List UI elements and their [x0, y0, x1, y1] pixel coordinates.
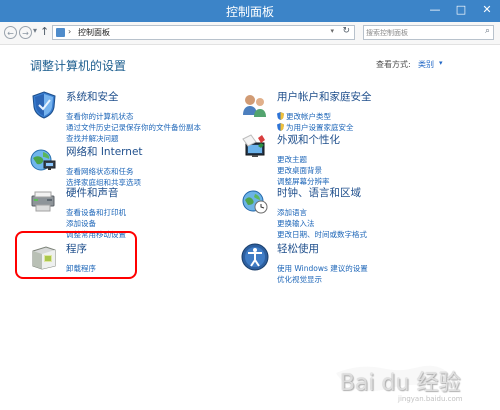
list-item: 查看网络状态和任务	[66, 159, 246, 176]
page-heading: 调整计算机的设置	[30, 59, 127, 73]
list-item: 查看你的计算机状态	[66, 104, 246, 121]
category-system-security: 系统和安全 查看你的计算机状态 通过文件历史记录保存你的文件备份副本 查找并解决…	[29, 89, 249, 143]
list-item: 添加设备	[66, 211, 246, 228]
list-item: 查找并解决问题	[66, 126, 246, 143]
links-appearance: 更改主题 更改桌面背景 调整屏幕分辨率	[277, 147, 457, 186]
view-by-value[interactable]: 类别	[418, 59, 434, 70]
control-panel-window: 控制面板 — □ ✕ ← → ▾ ↑ › 控制面板 ▾ ↻ ⌕ 调整计算机的设置…	[0, 0, 500, 410]
list-item: 选择家庭组和共享选项	[66, 170, 246, 187]
minimize-button[interactable]: —	[422, 0, 448, 20]
links-ease-of-access: 使用 Windows 建议的设置 优化视觉显示	[277, 256, 457, 284]
user-accounts-icon	[243, 95, 266, 117]
search-icon[interactable]: ⌕	[485, 26, 490, 36]
address-text[interactable]: 控制面板	[78, 27, 110, 38]
ease-of-access-icon	[241, 243, 269, 271]
address-dropdown-icon[interactable]: ▾	[330, 27, 334, 35]
category-clock-language-region: 时钟、语言和区域 添加语言 更换输入法 更改日期、时间或数字格式	[240, 185, 460, 239]
clock-language-region-icon	[242, 190, 268, 214]
hardware-sound-icon	[31, 191, 55, 212]
recent-locations-button[interactable]: ▾	[33, 26, 37, 35]
links-user-accounts: 更改帐户类型 为用户设置家庭安全	[277, 104, 457, 132]
links-hardware-sound: 查看设备和打印机 添加设备 调整常用移动设置	[66, 200, 246, 239]
watermark-subtext: jingyan.baidu.com	[398, 395, 463, 403]
address-separator: ›	[68, 27, 72, 36]
list-item: 更改日期、时间或数字格式	[277, 222, 457, 239]
list-item: 调整屏幕分辨率	[277, 169, 457, 186]
list-item: 更换输入法	[277, 211, 457, 228]
category-title-appearance[interactable]: 外观和个性化	[277, 132, 340, 147]
content-area: 调整计算机的设置 查看方式: 类别 ▾ 系统和安全 查看你的计算机状态 通过文件…	[0, 45, 500, 410]
link-troubleshoot[interactable]: 查找并解决问题	[66, 134, 119, 143]
category-title-clock-language-region[interactable]: 时钟、语言和区域	[277, 185, 361, 200]
link-date-time-format[interactable]: 更改日期、时间或数字格式	[277, 230, 367, 239]
up-button[interactable]: ↑	[40, 25, 49, 38]
list-item: 为用户设置家庭安全	[277, 115, 457, 132]
search-input[interactable]	[366, 27, 474, 38]
category-title-ease-of-access[interactable]: 轻松使用	[277, 241, 319, 256]
category-ease-of-access: 轻松使用 使用 Windows 建议的设置 优化视觉显示	[240, 242, 460, 294]
list-item: 更改主题	[277, 147, 457, 164]
links-system-security: 查看你的计算机状态 通过文件历史记录保存你的文件备份副本 查找并解决问题	[66, 104, 246, 143]
watermark-text: Bai du 经验	[340, 371, 461, 396]
navigation-bar: ← → ▾ ↑ › 控制面板 ▾ ↻ ⌕	[0, 22, 500, 45]
forward-button[interactable]: →	[19, 26, 32, 39]
system-security-icon	[32, 91, 56, 119]
uac-shield-icon	[277, 123, 284, 131]
search-box[interactable]: ⌕	[363, 25, 494, 40]
category-title-network-internet[interactable]: 网络和 Internet	[66, 144, 143, 159]
links-network-internet: 查看网络状态和任务 选择家庭组和共享选项	[66, 159, 246, 187]
list-item: 查看设备和打印机	[66, 200, 246, 217]
list-item: 更改桌面背景	[277, 158, 457, 175]
link-optimize-display[interactable]: 优化视觉显示	[277, 275, 322, 284]
category-title-user-accounts[interactable]: 用户帐户和家庭安全	[277, 89, 372, 104]
maximize-button[interactable]: □	[448, 0, 474, 20]
links-clock-language-region: 添加语言 更换输入法 更改日期、时间或数字格式	[277, 200, 457, 239]
list-item: 更改帐户类型	[277, 104, 457, 121]
programs-highlight-annotation	[15, 231, 137, 279]
list-item: 通过文件历史记录保存你的文件备份副本	[66, 115, 246, 132]
list-item: 优化视觉显示	[277, 267, 457, 284]
title-bar: 控制面板 — □ ✕	[0, 0, 500, 22]
list-item: 使用 Windows 建议的设置	[277, 256, 457, 273]
network-internet-icon	[30, 149, 56, 171]
category-title-hardware-sound[interactable]: 硬件和声音	[66, 185, 119, 200]
refresh-icon[interactable]: ↻	[342, 26, 350, 36]
control-panel-icon	[56, 28, 65, 37]
view-by-dropdown-icon[interactable]: ▾	[439, 59, 443, 67]
back-button[interactable]: ←	[4, 26, 17, 39]
close-button[interactable]: ✕	[474, 0, 500, 20]
link-family-safety[interactable]: 为用户设置家庭安全	[286, 123, 354, 132]
list-item: 添加语言	[277, 200, 457, 217]
view-by-label: 查看方式:	[376, 60, 411, 69]
appearance-icon	[242, 134, 265, 157]
category-title-system-security[interactable]: 系统和安全	[66, 89, 119, 104]
address-bar[interactable]: › 控制面板 ▾ ↻	[52, 25, 355, 40]
category-appearance: 外观和个性化 更改主题 更改桌面背景 调整屏幕分辨率	[240, 132, 460, 186]
